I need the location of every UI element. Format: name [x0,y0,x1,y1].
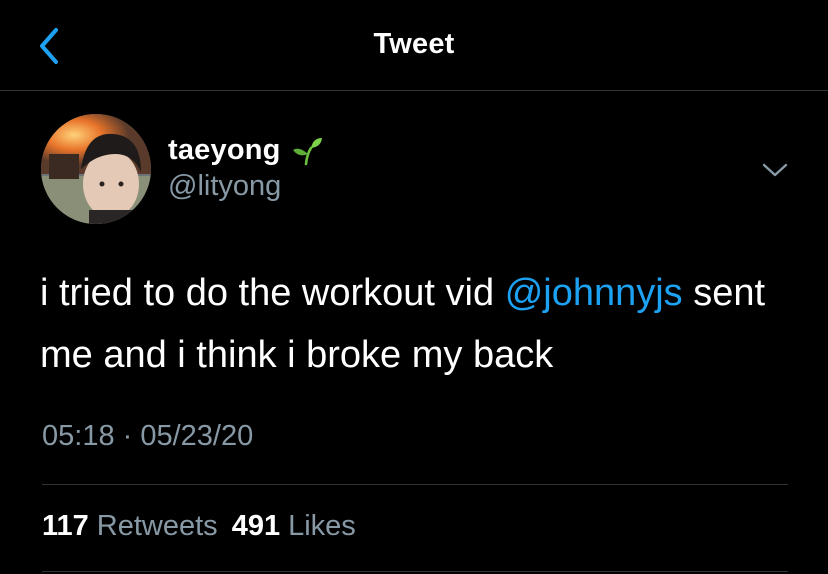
page-title: Tweet [373,28,455,60]
retweets-label: Retweets [96,510,218,542]
chevron-down-icon [762,163,788,177]
avatar-photo [41,114,151,224]
tweet-timestamp: 05:18 · 05/23/20 [42,420,254,452]
top-bar: Tweet [0,0,828,91]
likes-count: 491 [231,510,281,542]
divider [42,571,788,572]
likes-stat[interactable]: 491 Likes [232,510,356,543]
retweets-count: 117 [42,510,89,542]
seedling-icon [292,138,322,166]
tweet-text: i tried to do the workout vid @johnnyjs … [40,262,800,386]
likes-label: Likes [288,510,356,542]
avatar[interactable] [41,114,151,224]
tweet-stats: 117 Retweets 491 Likes [42,510,370,543]
display-name-row: taeyong [168,133,323,167]
retweets-stat[interactable]: 117 Retweets [42,510,218,543]
tweet-text-part: i tried to do the workout vid [40,272,505,314]
divider [42,484,788,485]
display-name: taeyong [168,133,281,166]
user-handle: @lityong [168,170,282,202]
tweet-author[interactable]: taeyong @lityong [168,133,323,203]
tweet-options-button[interactable] [760,160,790,180]
mention-link[interactable]: @johnnyjs [505,272,683,314]
